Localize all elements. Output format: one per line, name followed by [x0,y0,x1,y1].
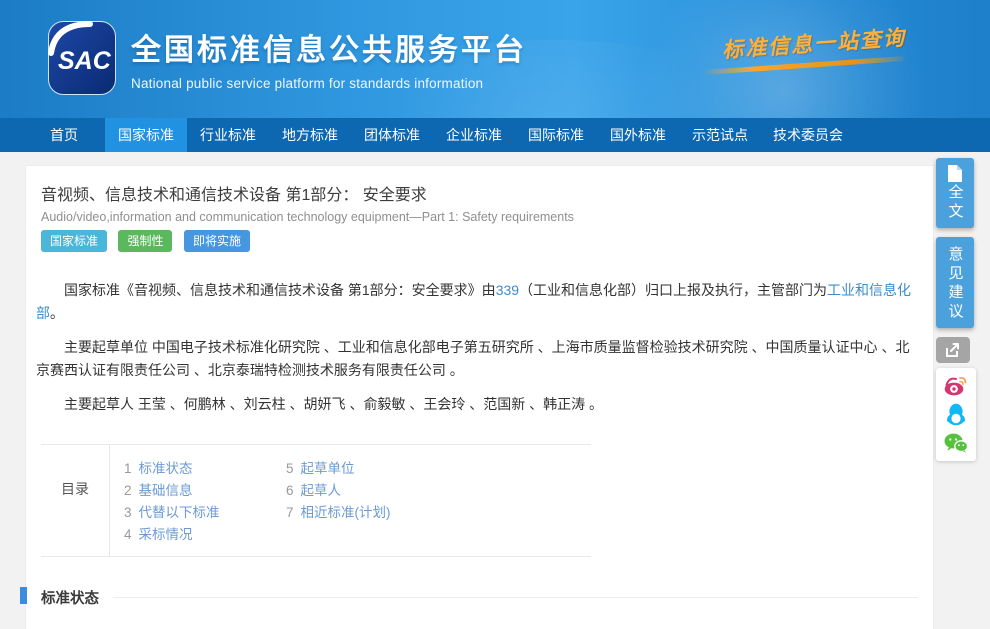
tag-national-standard: 国家标准 [41,230,107,252]
toc-body: 1 标准状态 2 基础信息 3 代替以下标准 4 采标情况 5 起草单位 6 起草人 7 相近… [109,445,591,556]
nav-item-international-standards[interactable]: 国际标准 [515,118,597,152]
main-nav: 首页 国家标准 行业标准 地方标准 团体标准 企业标准 国际标准 国外标准 示范… [0,118,990,152]
sac-logo-text: SAC [58,47,112,75]
tag-row: 国家标准 强制性 即将实施 [41,230,918,252]
header: SAC 全国标准信息公共服务平台 National public service… [0,0,990,118]
toc-link-drafting-units[interactable]: 起草单位 [301,461,355,476]
toc-column-2: 5 起草单位 6 起草人 7 相近标准(计划) [286,458,591,546]
toc-num-7: 7 [286,505,294,520]
status-section-header: 标准状态 [41,587,918,608]
toc-link-drafters[interactable]: 起草人 [301,483,342,498]
feedback-label: 意见建议 [945,246,966,322]
drafters-paragraph: 主要起草人 王莹 、何鹏林 、刘云柱 、胡妍飞 、俞毅敏 、王会玲 、范国新 、… [36,393,918,416]
standard-title-en: Audio/video,information and communicatio… [41,210,918,224]
toc-link-basic-info[interactable]: 基础信息 [139,483,193,498]
site-title-block: 全国标准信息公共服务平台 National public service pla… [131,25,527,91]
toc-num-6: 6 [286,483,294,498]
nav-item-local-standards[interactable]: 地方标准 [269,118,351,152]
site-title: 全国标准信息公共服务平台 [131,25,527,69]
status-section-title: 标准状态 [41,587,99,608]
intro-text-3: 。 [50,305,64,321]
sac-logo[interactable]: SAC [48,21,116,95]
toc-link-adoption[interactable]: 采标情况 [139,527,193,542]
intro-text-2: （工业和信息化部）归口上报及执行，主管部门为 [519,282,827,298]
status-timeline: 发布于 2022-07-19 实施于 2023-08-01 废止 [41,616,918,629]
fulltext-button[interactable]: 全文 [936,158,974,228]
toc-num-5: 5 [286,461,294,476]
nav-item-national-standards[interactable]: 国家标准 [105,118,187,152]
toc-num-3: 3 [124,505,132,520]
drafting-units-paragraph: 主要起草单位 中国电子技术标准化研究院 、工业和信息化部电子第五研究所 、上海市… [36,336,918,382]
nav-item-industry-standards[interactable]: 行业标准 [187,118,269,152]
section-divider-line [113,597,918,598]
share-button[interactable] [936,337,970,363]
nav-item-pilot-demo[interactable]: 示范试点 [679,118,761,152]
standard-title: 音视频、信息技术和通信技术设备 第1部分： 安全要求 [41,181,918,205]
toc-link-standard-status[interactable]: 标准状态 [139,461,193,476]
content-card: 音视频、信息技术和通信技术设备 第1部分： 安全要求 Audio/video,i… [25,165,934,629]
toc-num-4: 4 [124,527,132,542]
floating-toolbar: 全文 意见建议 [936,158,978,461]
tag-upcoming-implementation: 即将实施 [184,230,250,252]
intro-paragraph: 国家标准《音视频、信息技术和通信技术设备 第1部分：安全要求》由339（工业和信… [36,279,918,325]
dept-code-link[interactable]: 339 [496,282,519,298]
toc-num-1: 1 [124,461,132,476]
toc-num-2: 2 [124,483,132,498]
nav-item-foreign-standards[interactable]: 国外标准 [597,118,679,152]
feedback-button[interactable]: 意见建议 [936,237,974,328]
toc-link-similar-standards[interactable]: 相近标准(计划) [301,505,391,520]
toc-label: 目录 [41,445,109,556]
site-subtitle: National public service platform for sta… [131,76,527,91]
fulltext-label: 全文 [945,184,966,222]
nav-item-technical-committee[interactable]: 技术委员会 [761,118,855,152]
share-icon [945,343,961,358]
section-accent-bar [20,587,27,604]
document-icon [948,165,962,182]
nav-item-home[interactable]: 首页 [23,118,105,152]
wechat-icon[interactable] [944,433,968,453]
toc-link-replaced-standards[interactable]: 代替以下标准 [139,505,220,520]
qq-icon[interactable] [946,403,966,426]
weibo-icon[interactable] [944,375,968,396]
toc-box: 目录 1 标准状态 2 基础信息 3 代替以下标准 4 采标情况 5 起草单位 6 起草人 … [41,444,591,557]
nav-item-enterprise-standards[interactable]: 企业标准 [433,118,515,152]
social-share-panel [936,368,976,461]
nav-item-group-standards[interactable]: 团体标准 [351,118,433,152]
toc-column-1: 1 标准状态 2 基础信息 3 代替以下标准 4 采标情况 [124,458,286,546]
tag-mandatory: 强制性 [118,230,172,252]
intro-text-1: 国家标准《音视频、信息技术和通信技术设备 第1部分：安全要求》由 [64,282,496,298]
